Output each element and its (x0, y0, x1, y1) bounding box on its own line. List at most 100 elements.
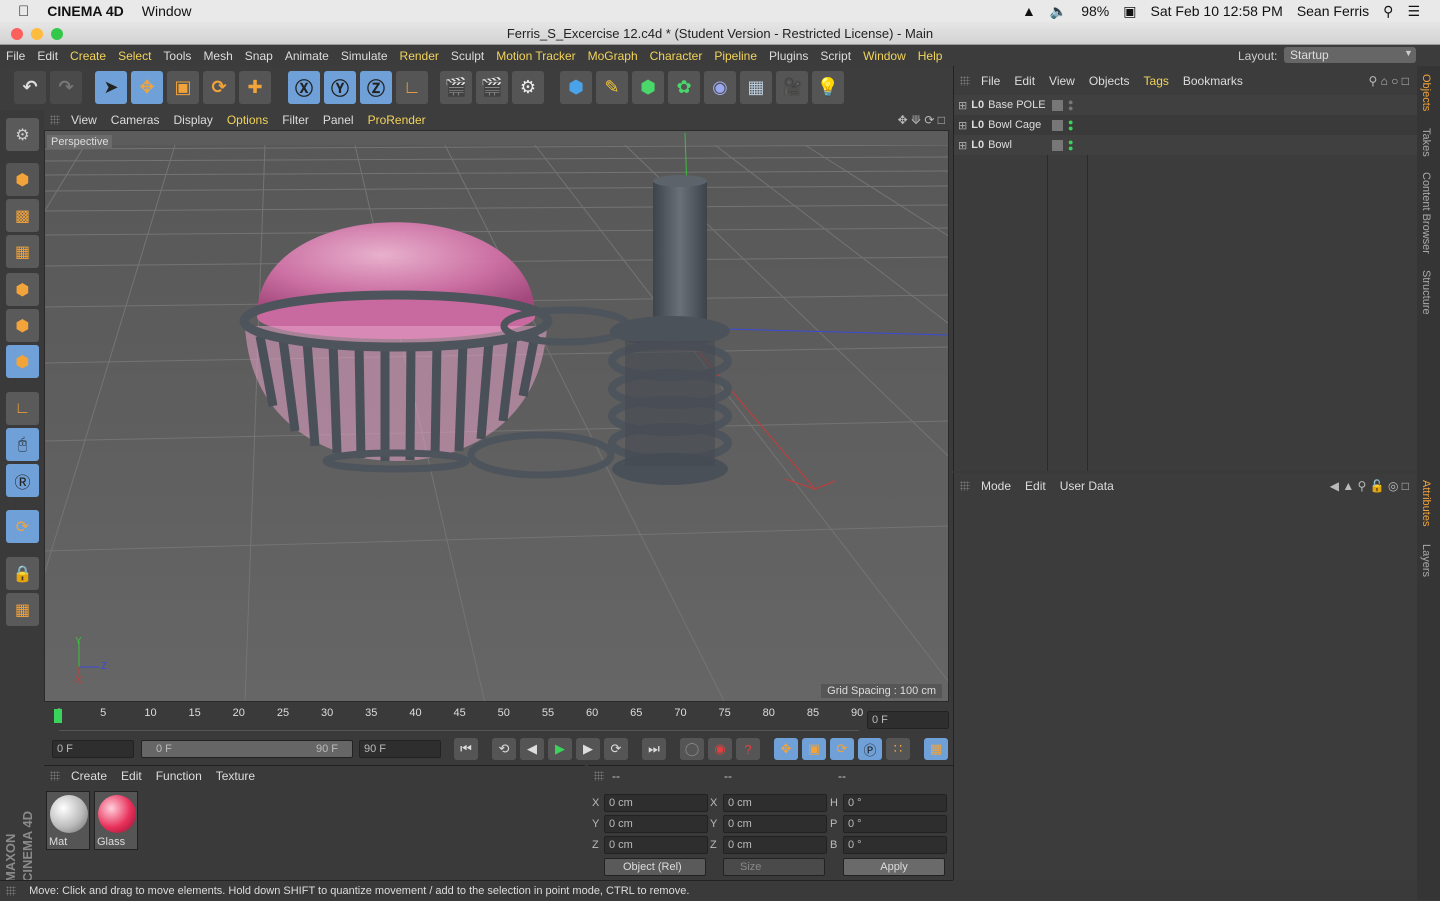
scale-tool-icon[interactable]: ▣ (167, 71, 199, 104)
coord-mode-select[interactable]: Object (Rel) (604, 858, 706, 876)
lock-workplane-icon[interactable]: 🔒 (6, 557, 39, 590)
menu-script[interactable]: Script (814, 49, 857, 63)
tab-structure[interactable]: Structure (1420, 270, 1432, 315)
mac-datetime[interactable]: Sat Feb 10 12:58 PM (1151, 3, 1283, 19)
live-selection-icon[interactable]: ➤ (95, 71, 127, 104)
visibility-dots-icon[interactable]: ● ● (1068, 118, 1073, 133)
tag-icon[interactable] (1052, 99, 1063, 111)
viewport-menu-prorender[interactable]: ProRender (361, 113, 433, 127)
expand-icon[interactable]: ⊞ (958, 99, 967, 112)
pen-spline-icon[interactable]: ✎ (596, 71, 628, 104)
obj-menu-bookmarks[interactable]: Bookmarks (1176, 74, 1250, 88)
mac-user[interactable]: Sean Ferris (1297, 3, 1369, 19)
key-parameter-icon[interactable]: Ⓟ (858, 738, 882, 760)
move-tool-icon[interactable]: ✥ (131, 71, 163, 104)
current-frame-field[interactable]: 0 F (867, 711, 949, 729)
next-frame-icon[interactable]: ▶ (576, 738, 600, 760)
pos-z-field[interactable]: 0 cm (604, 836, 708, 854)
layout-select[interactable]: Startup (1284, 47, 1416, 63)
snap-icon[interactable]: ⟳ (6, 510, 39, 543)
menu-select[interactable]: Select (112, 49, 157, 63)
attr-menu-user-data[interactable]: User Data (1053, 479, 1121, 493)
rot-h-field[interactable]: 0 ° (843, 794, 947, 812)
panel-grip-icon[interactable] (960, 481, 970, 491)
material-swatch[interactable]: Glass (94, 791, 138, 850)
viewport-menu-view[interactable]: View (64, 113, 104, 127)
panel-grip-icon[interactable] (6, 886, 16, 897)
tab-objects[interactable]: Objects (1420, 74, 1432, 111)
menu-mograph[interactable]: MoGraph (582, 49, 644, 63)
autokey-icon[interactable]: ◉ (708, 738, 732, 760)
recent-tool-icon[interactable]: ✚ (239, 71, 271, 104)
tab-takes[interactable]: Takes (1420, 128, 1432, 157)
apple-icon[interactable]:  (18, 3, 29, 20)
rot-p-field[interactable]: 0 ° (843, 815, 947, 833)
battery-icon[interactable]: ▣ (1123, 3, 1136, 20)
undo-icon[interactable]: ↶ (14, 71, 46, 104)
redo-icon[interactable]: ↷ (50, 71, 82, 104)
viewport-menu-display[interactable]: Display (166, 113, 219, 127)
expand-icon[interactable]: ⊞ (958, 119, 967, 132)
timeline-icon[interactable]: ▦ (924, 738, 948, 760)
attr-menu-edit[interactable]: Edit (1018, 479, 1053, 493)
rot-b-field[interactable]: 0 ° (843, 836, 947, 854)
play-icon[interactable]: ▶ (548, 738, 572, 760)
edges-mode-icon[interactable]: ⬢ (6, 309, 39, 342)
solo-icon[interactable]: Ⓡ (6, 464, 39, 497)
viewport-menu-cameras[interactable]: Cameras (104, 113, 167, 127)
polygons-mode-icon[interactable]: ⬢ (6, 345, 39, 378)
menu-snap[interactable]: Snap (239, 49, 279, 63)
viewport-nav-icons[interactable]: ✥ ⟱ ⟳ □ (898, 113, 945, 127)
apply-button[interactable]: Apply (843, 858, 945, 876)
workplane-icon[interactable]: ▦ (6, 235, 39, 268)
camera-icon[interactable]: 🎥 (776, 71, 808, 104)
floor-icon[interactable]: ▦ (740, 71, 772, 104)
timeline-playhead[interactable] (54, 709, 62, 723)
menu-tools[interactable]: Tools (157, 49, 197, 63)
tag-icon[interactable] (1052, 139, 1063, 151)
object-row-bowl[interactable]: ⊞ L0 Bowl ● ● (954, 135, 1417, 155)
menu-edit[interactable]: Edit (31, 49, 64, 63)
size-x-field[interactable]: 0 cm (723, 794, 827, 812)
tag-icon[interactable] (1052, 119, 1063, 131)
menu-mesh[interactable]: Mesh (197, 49, 238, 63)
menu-pipeline[interactable]: Pipeline (708, 49, 763, 63)
cloner-icon[interactable]: ✿ (668, 71, 700, 104)
obj-menu-objects[interactable]: Objects (1082, 74, 1137, 88)
end-frame-field[interactable]: 90 F (359, 740, 441, 758)
menu-help[interactable]: Help (912, 49, 949, 63)
model-mode-icon[interactable]: ⬢ (6, 163, 39, 196)
mat-menu-edit[interactable]: Edit (114, 769, 149, 783)
pos-y-field[interactable]: 0 cm (604, 815, 708, 833)
tab-content-browser[interactable]: Content Browser (1420, 172, 1432, 254)
keyframe-selection-icon[interactable]: ? (736, 738, 760, 760)
edit-render-settings-icon[interactable]: ⚙ (512, 71, 544, 104)
menu-animate[interactable]: Animate (279, 49, 335, 63)
object-row-base-pole[interactable]: ⊞ L0 Base POLE ● ● (954, 95, 1417, 115)
obj-menu-file[interactable]: File (974, 74, 1007, 88)
panel-grip-icon[interactable] (594, 771, 604, 781)
x-axis-lock-icon[interactable]: Ⓧ (288, 71, 320, 104)
range-slider[interactable]: 0 F 90 F (141, 740, 353, 758)
panel-grip-icon[interactable] (50, 771, 60, 781)
subdivision-surface-icon[interactable]: ⬢ (632, 71, 664, 104)
record-keys-icon[interactable]: ◯ (680, 738, 704, 760)
menu-motion-tracker[interactable]: Motion Tracker (490, 49, 581, 63)
render-to-picture-viewer-icon[interactable]: 🎬 (476, 71, 508, 104)
volume-icon[interactable]: 🔈 (1050, 3, 1067, 20)
key-scale-icon[interactable]: ▣ (802, 738, 826, 760)
go-to-start-icon[interactable]: ⏮ (454, 738, 478, 760)
obj-toolbar-icons[interactable]: ⚲ ⌂ ○ □ (1368, 74, 1409, 88)
material-swatch[interactable]: Mat (46, 791, 90, 850)
render-view-icon[interactable]: 🎬 (440, 71, 472, 104)
key-pla-icon[interactable]: ∷ (886, 738, 910, 760)
notification-icon[interactable]: ☰ (1407, 3, 1420, 20)
panel-grip-icon[interactable] (960, 76, 970, 86)
go-to-prev-key-icon[interactable]: ⟲ (492, 738, 516, 760)
start-frame-field[interactable]: 0 F (52, 740, 134, 758)
close-window-button[interactable] (11, 28, 23, 40)
timeline-ruler[interactable]: 051015202530354045505560657075808590 0 F (44, 703, 953, 735)
size-z-field[interactable]: 0 cm (723, 836, 827, 854)
visibility-dots-icon[interactable]: ● ● (1068, 98, 1073, 113)
visibility-dots-icon[interactable]: ● ● (1068, 138, 1073, 153)
